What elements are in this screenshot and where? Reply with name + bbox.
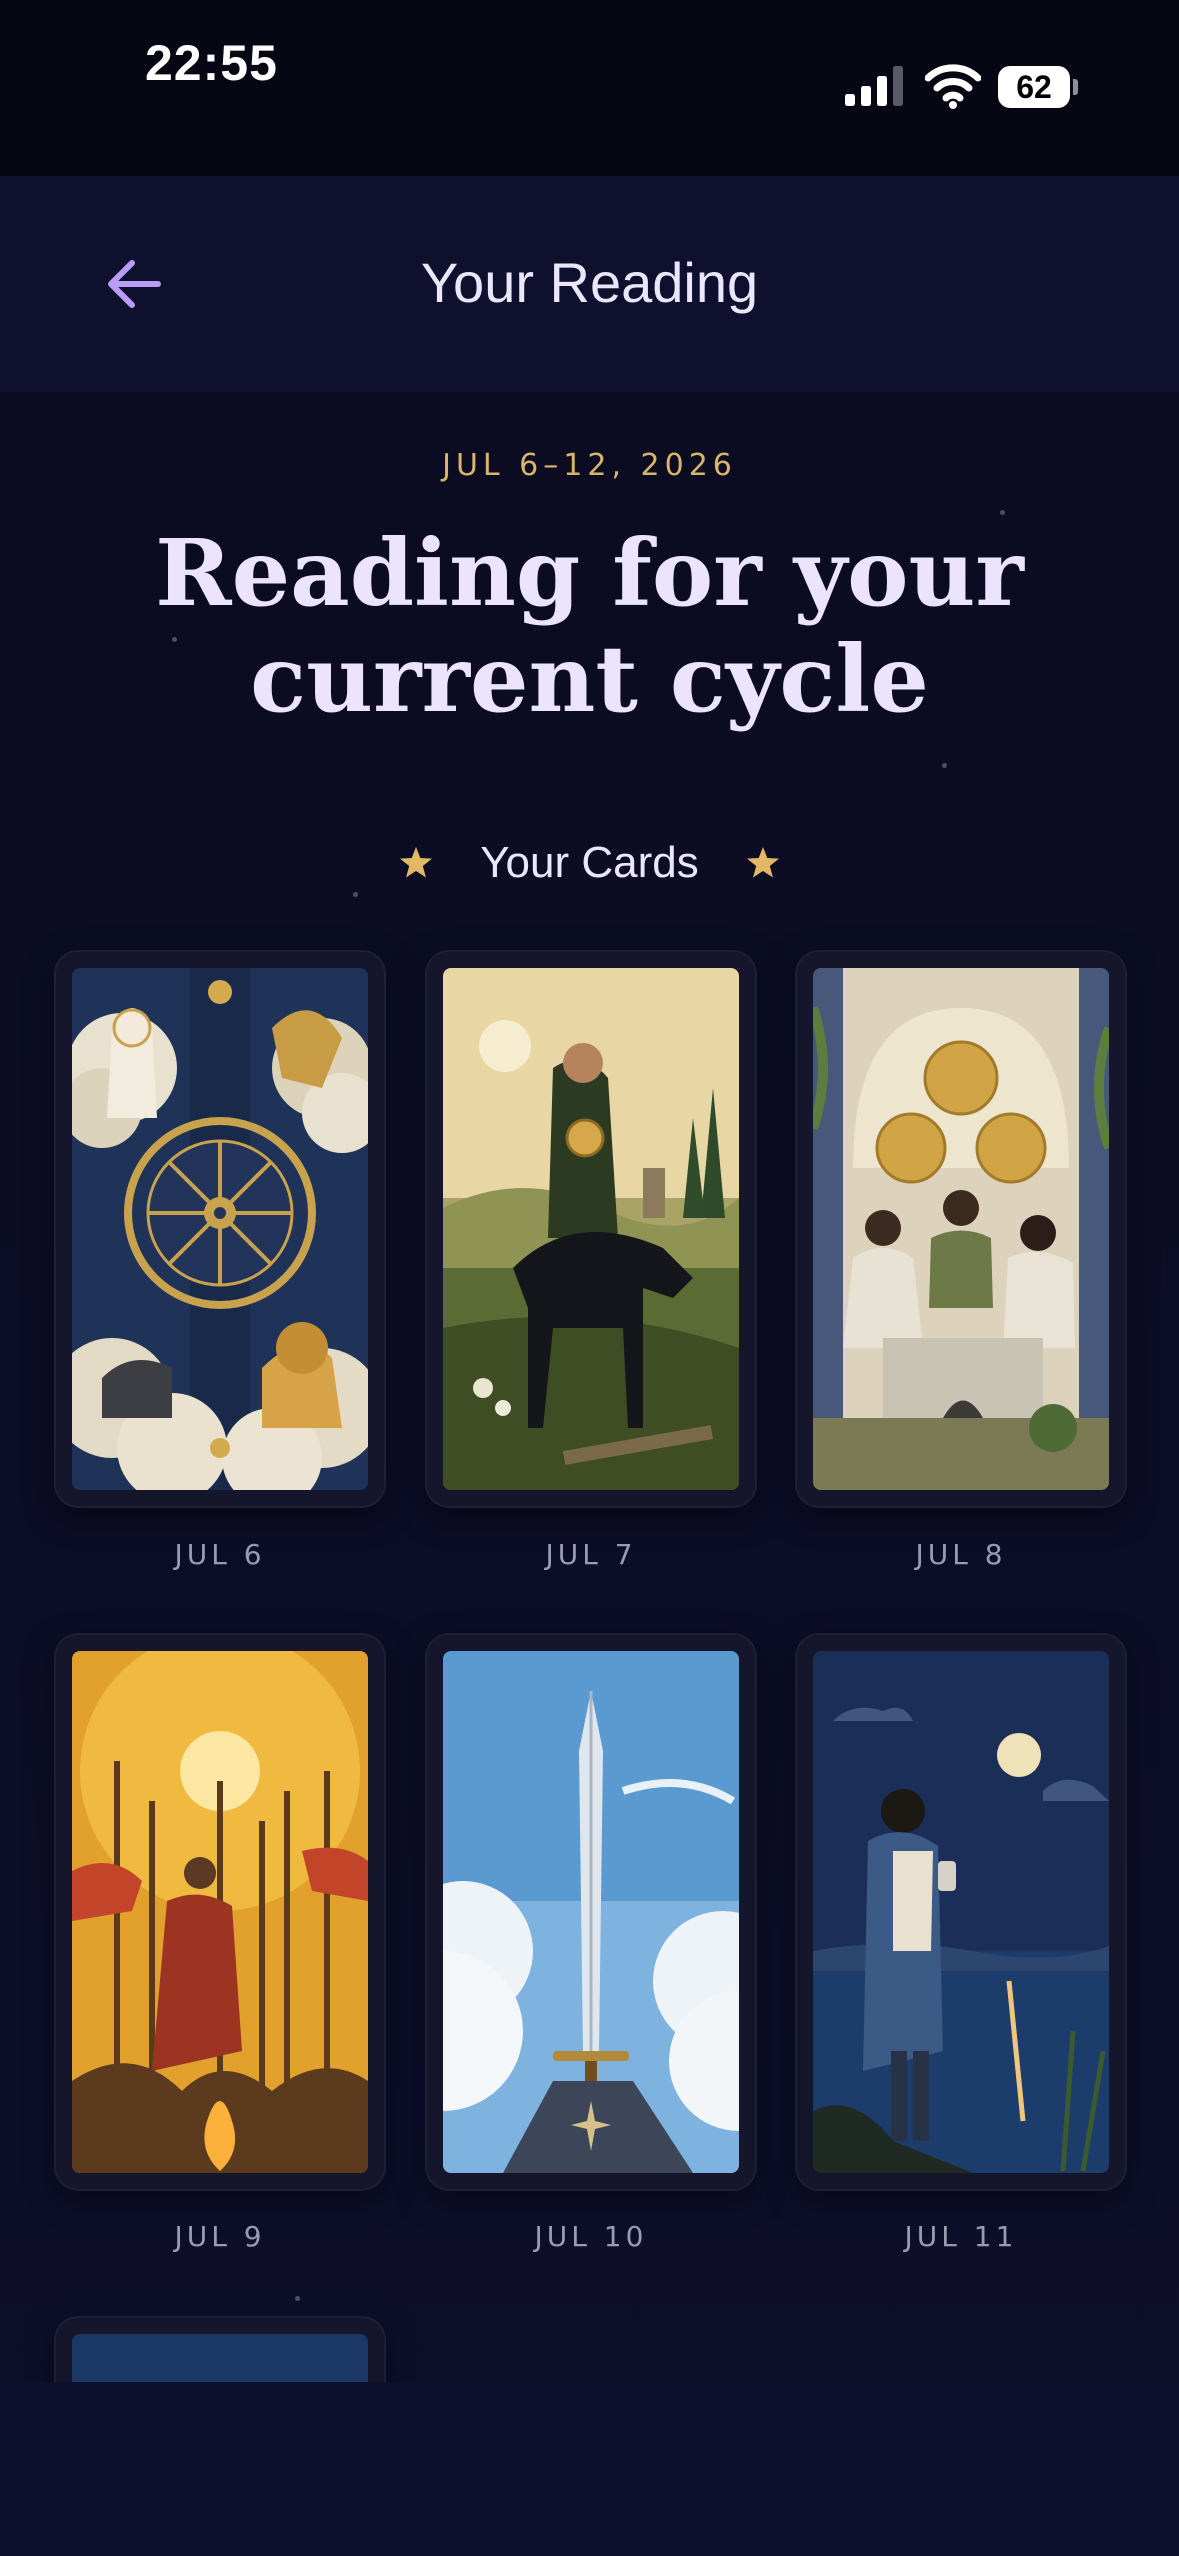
star-dot: [353, 892, 358, 897]
star-dot: [295, 2296, 300, 2301]
wifi-icon: [925, 64, 981, 109]
card-art-knight-of-pentacles: [443, 968, 739, 1490]
screen: 22:55 62 Your Reading JUL 6–12, 2026 Rea…: [0, 0, 1179, 2556]
date-range: JUL 6–12, 2026: [442, 448, 737, 483]
tarot-card[interactable]: [56, 1635, 384, 2189]
card-date: JUL 8: [915, 1538, 1007, 1571]
star-icon: [746, 847, 779, 878]
card-art-ace-of-swords: [443, 1651, 739, 2173]
tarot-card[interactable]: [427, 952, 755, 1506]
card-art-wheel-of-fortune: [72, 968, 368, 1490]
page-title-line: Reading for your: [155, 519, 1024, 627]
tarot-card[interactable]: [427, 1635, 755, 2189]
page-title: Reading for your current cycle: [0, 520, 1179, 732]
cellular-signal-icon: [845, 66, 903, 106]
header-title: Your Reading: [420, 251, 759, 314]
star-dot: [1000, 510, 1005, 515]
cards-heading: Your Cards: [0, 836, 1179, 888]
card-art-page-of-cups: [813, 1651, 1109, 2173]
battery-icon: 62: [998, 66, 1078, 108]
battery-cap: [1073, 79, 1078, 95]
star-icon: [400, 847, 433, 878]
star-dot: [942, 763, 947, 768]
card-date: JUL 6: [174, 1538, 266, 1571]
battery-level: 62: [1016, 69, 1052, 105]
tarot-card[interactable]: [797, 1635, 1125, 2189]
card-date: JUL 9: [174, 2220, 266, 2253]
tarot-card[interactable]: [56, 952, 384, 1506]
card-date: JUL 10: [534, 2220, 648, 2253]
card-date: JUL 7: [545, 1538, 637, 1571]
status-bar: 22:55 62: [0, 0, 1179, 176]
bottom-fade: [0, 2382, 1179, 2556]
card-art-three-of-pentacles: [813, 968, 1109, 1490]
status-time: 22:55: [145, 35, 278, 91]
page-title-line: current cycle: [250, 625, 929, 733]
tarot-card[interactable]: [797, 952, 1125, 1506]
cards-heading-label: Your Cards: [480, 838, 699, 888]
card-date: JUL 11: [904, 2220, 1018, 2253]
card-art-six-of-wands: [72, 1651, 368, 2173]
